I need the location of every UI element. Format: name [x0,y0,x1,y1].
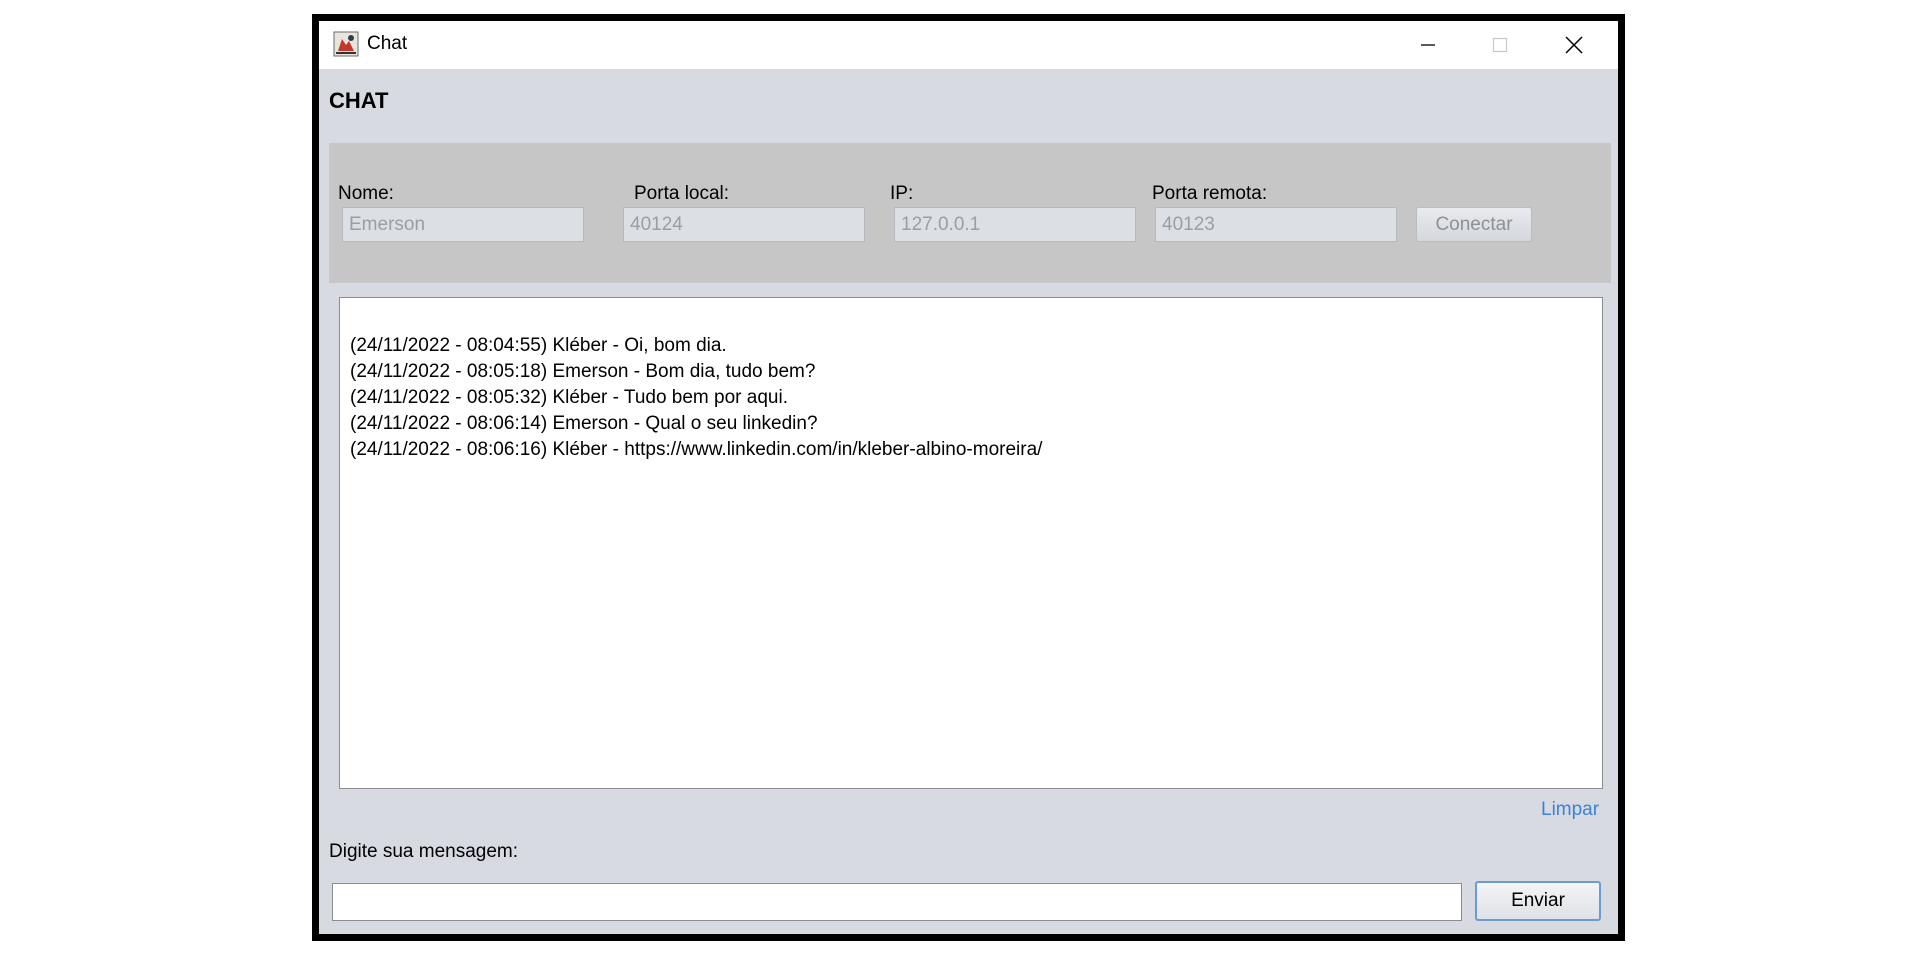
message-line: (24/11/2022 - 08:06:16) Kléber - https:/… [350,439,1043,460]
minimize-button[interactable] [1392,21,1464,69]
message-input[interactable] [332,883,1462,921]
maximize-icon [1492,37,1508,53]
message-input-label: Digite sua mensagem: [329,841,519,862]
local-port-field[interactable] [623,207,865,242]
minimize-icon [1421,44,1435,46]
ip-field[interactable] [894,207,1136,242]
message-line: (24/11/2022 - 08:05:32) Kléber - Tudo be… [350,387,788,408]
window-frame: Chat CHAT Nome: Porta l [312,14,1625,941]
connect-button[interactable]: Conectar [1416,207,1532,242]
ip-label: IP: [890,183,914,204]
clear-link[interactable]: Limpar [1541,799,1599,821]
window-title: Chat [367,33,408,54]
chat-window: Chat CHAT Nome: Porta l [319,21,1618,934]
send-button[interactable]: Enviar [1475,881,1601,921]
page-title: CHAT [329,88,389,113]
title-bar[interactable]: Chat [319,21,1618,69]
message-line: (24/11/2022 - 08:05:18) Emerson - Bom di… [350,361,816,382]
message-history[interactable]: (24/11/2022 - 08:04:55) Kléber - Oi, bom… [339,297,1603,789]
remote-port-label: Porta remota: [1152,183,1268,204]
maximize-button[interactable] [1464,21,1536,69]
name-field[interactable] [342,207,584,242]
close-icon [1565,36,1583,54]
java-app-icon [333,31,359,57]
name-label: Nome: [338,183,394,204]
message-line: (24/11/2022 - 08:04:55) Kléber - Oi, bom… [350,335,727,356]
connection-panel: Nome: Porta local: IP: Porta remota: Con… [329,143,1611,283]
close-button[interactable] [1538,21,1610,69]
local-port-label: Porta local: [634,183,730,204]
message-line: (24/11/2022 - 08:06:14) Emerson - Qual o… [350,413,818,434]
remote-port-field[interactable] [1155,207,1397,242]
